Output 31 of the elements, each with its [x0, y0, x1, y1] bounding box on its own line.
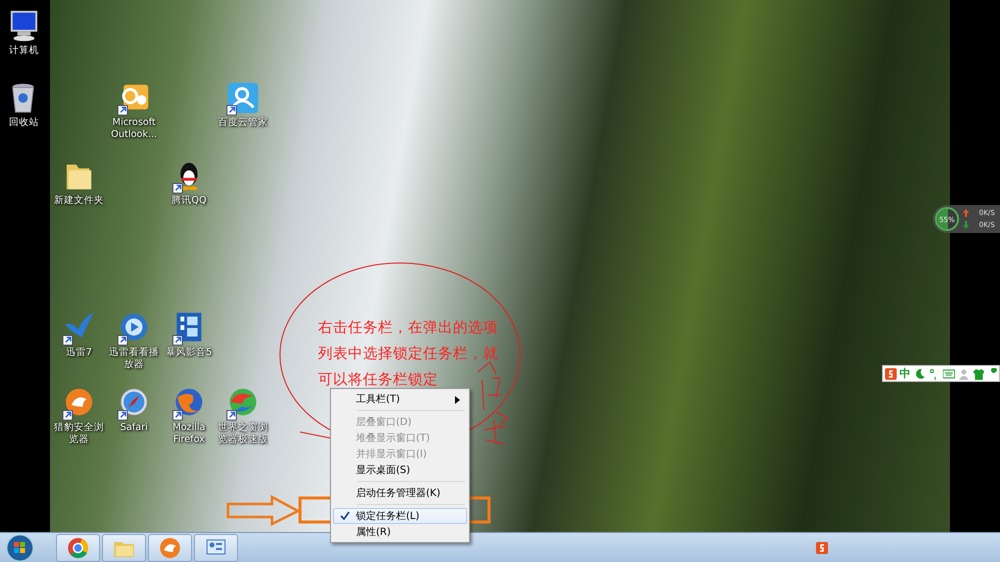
menu-item[interactable]: 工具栏(T)	[333, 391, 467, 407]
shirt-icon[interactable]	[972, 368, 984, 380]
down-arrow-icon	[963, 221, 969, 230]
desktop-icon-label[interactable]: Safari	[120, 422, 148, 434]
menu-item[interactable]: 锁定任务栏(L)	[333, 508, 467, 524]
taskbar-button[interactable]	[148, 534, 192, 562]
menu-item[interactable]: 启动任务管理器(K)	[333, 485, 467, 501]
moon-icon[interactable]	[914, 368, 926, 380]
ime-mode-toggle[interactable]: 中	[900, 368, 911, 380]
annotation-text: 右击任务栏，在弹出的选项列表中选择锁定任务栏，就可以将任务栏锁定	[318, 319, 499, 390]
tray-ime-icon[interactable]	[816, 542, 828, 554]
desktop-icon-label[interactable]: Microsoft Outlook...	[107, 117, 161, 141]
ime-logo-icon[interactable]	[885, 368, 897, 380]
menu-item[interactable]: 显示桌面(S)	[333, 462, 467, 478]
desktop-icon-label[interactable]: 新建文件夹	[54, 195, 104, 207]
taskbar-button[interactable]	[194, 534, 238, 562]
cloud-icon[interactable]	[225, 80, 261, 116]
desktop-icon-label[interactable]: 猎豹安全浏览器	[52, 422, 106, 446]
desktop-icon-label[interactable]: 迅雷看看播放器	[107, 347, 161, 371]
submenu-arrow-icon	[455, 396, 460, 404]
start-button[interactable]	[4, 534, 36, 562]
keyboard-icon[interactable]	[943, 368, 955, 380]
desktop-icon-label[interactable]: 腾讯QQ	[172, 195, 206, 207]
desktop-icon-label[interactable]: 迅雷7	[66, 347, 92, 359]
menu-item[interactable]: 属性(R)	[333, 524, 467, 540]
chrome-ball-icon	[67, 536, 89, 558]
up-arrow-icon	[963, 208, 969, 217]
desktop-icon-label[interactable]: 回收站	[9, 117, 39, 129]
cat-head-icon	[159, 536, 181, 558]
desktop-icon-label[interactable]: 计算机	[9, 45, 39, 57]
taskbar-button[interactable]	[56, 534, 100, 562]
